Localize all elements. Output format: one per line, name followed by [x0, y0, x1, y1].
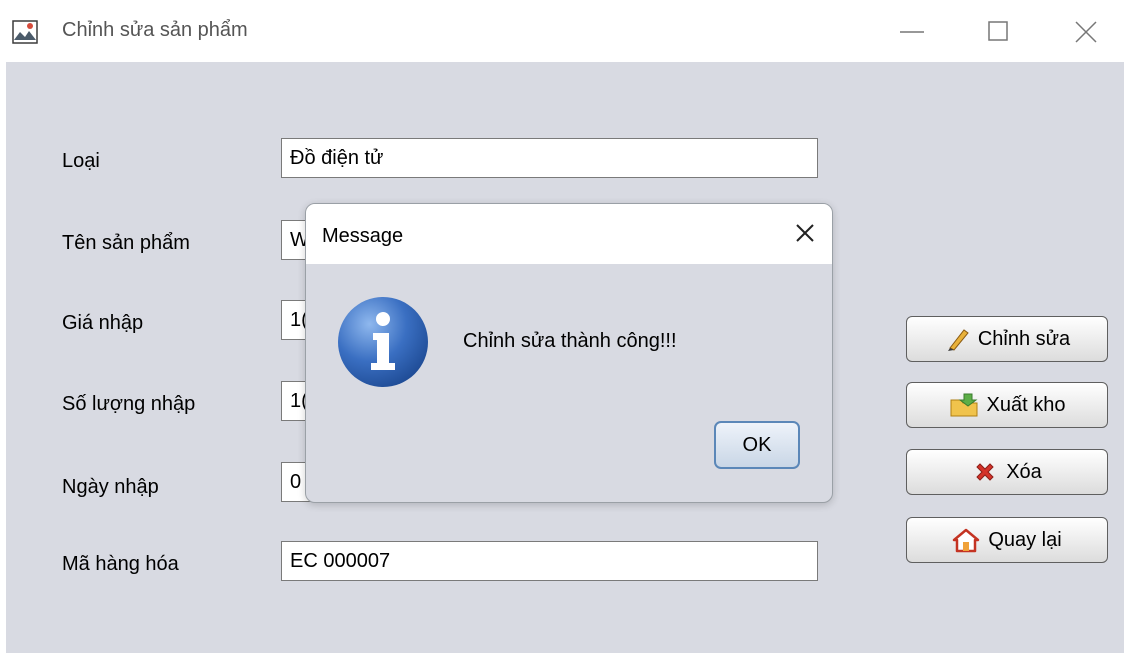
edit-button-label: Chỉnh sửa	[977, 327, 1071, 350]
import-price-label: Giá nhập	[62, 312, 144, 334]
dialog-titlebar: Message	[306, 204, 832, 264]
export-button-label: Xuất kho	[986, 393, 1066, 416]
message-dialog: Message Chỉnh sửa thành công!!! OK	[305, 203, 833, 503]
delete-x-icon	[976, 463, 994, 481]
type-input[interactable]	[281, 138, 818, 178]
product-name-label: Tên sản phẩm	[62, 232, 190, 254]
minimize-icon	[900, 31, 924, 33]
info-icon	[336, 295, 430, 389]
home-icon	[953, 528, 980, 553]
dialog-message: Chỉnh sửa thành công!!!	[463, 330, 677, 352]
close-button[interactable]	[1066, 12, 1106, 52]
maximize-button[interactable]	[978, 12, 1018, 52]
edit-button[interactable]: Chỉnh sửa	[906, 316, 1108, 362]
type-label: Loại	[62, 150, 100, 172]
dialog-close-button[interactable]	[792, 220, 818, 246]
window-title: Chỉnh sửa sản phẩm	[62, 19, 248, 41]
app-window-icon	[12, 20, 38, 44]
ok-button[interactable]: OK	[714, 421, 800, 469]
maximize-icon	[988, 21, 1008, 41]
minimize-button[interactable]	[892, 12, 932, 52]
delete-button[interactable]: Xóa	[906, 449, 1108, 495]
export-button[interactable]: Xuất kho	[906, 382, 1108, 428]
import-quantity-label: Số lượng nhập	[62, 393, 196, 415]
import-date-label: Ngày nhập	[62, 476, 159, 498]
window-titlebar: Chỉnh sửa sản phẩm	[0, 0, 1130, 62]
close-icon	[796, 224, 814, 242]
folder-icon	[950, 393, 978, 417]
back-button-label: Quay lại	[988, 528, 1062, 551]
delete-button-label: Xóa	[1006, 460, 1042, 483]
close-icon	[1075, 21, 1097, 43]
product-code-input[interactable]	[281, 541, 818, 581]
product-code-label: Mã hàng hóa	[62, 553, 179, 575]
pencil-icon	[947, 329, 969, 351]
back-button[interactable]: Quay lại	[906, 517, 1108, 563]
dialog-title: Message	[322, 225, 404, 247]
